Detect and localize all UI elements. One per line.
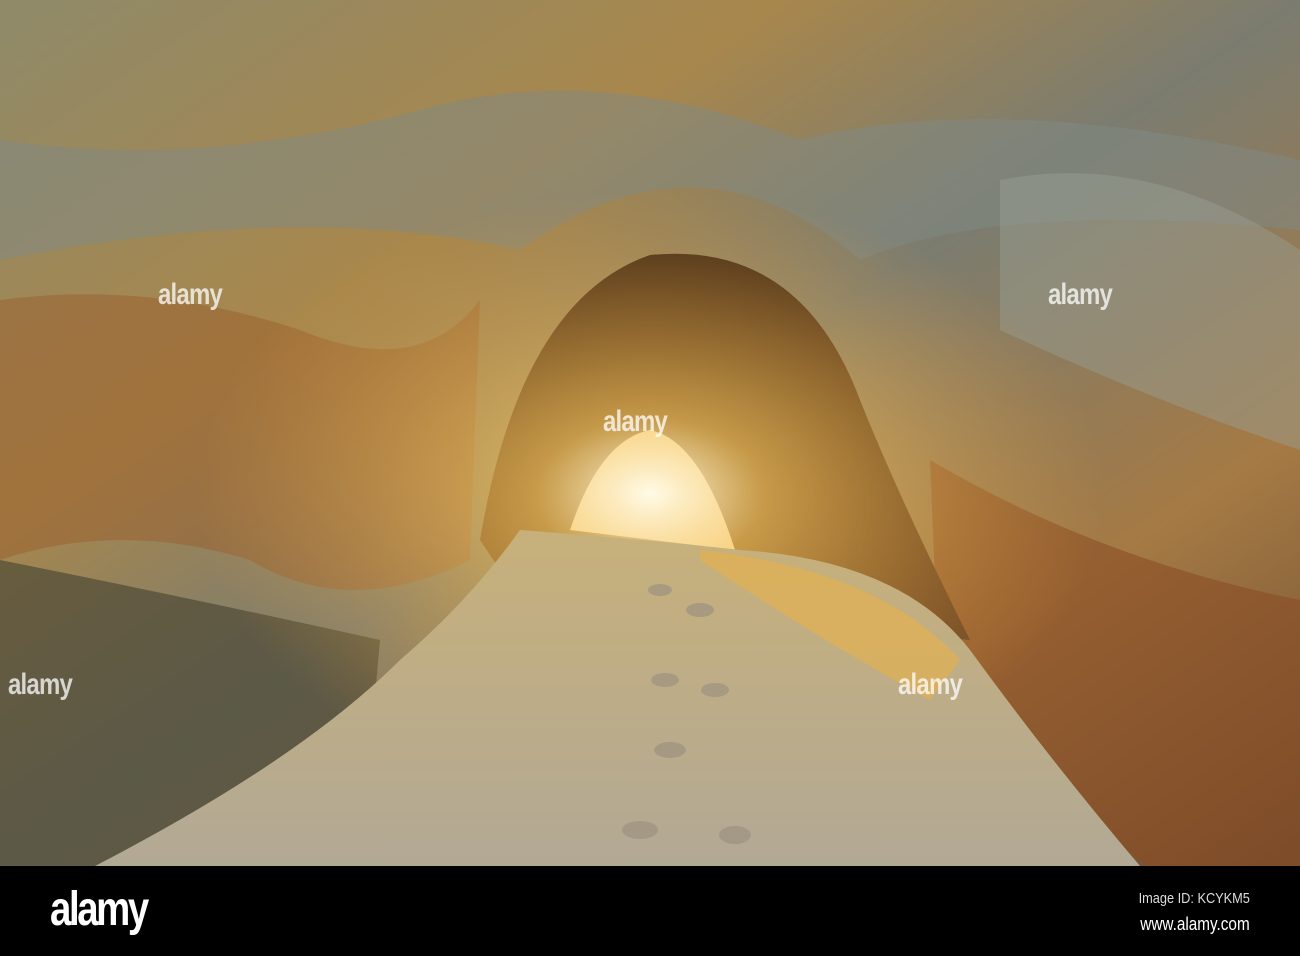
footer-bar: alamy Image ID: KCYKM5 www.alamy.com <box>0 866 1300 956</box>
stock-photo: alamy alamy alamy alamy alamy alamy Imag… <box>0 0 1300 956</box>
watermark: alamy <box>158 278 223 311</box>
site-url: www.alamy.com <box>1140 914 1250 934</box>
watermark: alamy <box>8 668 73 701</box>
image-id: Image ID: KCYKM5 <box>1138 890 1250 907</box>
watermark: alamy <box>1048 278 1113 311</box>
watermark: alamy <box>898 668 963 701</box>
alamy-logo: alamy <box>50 883 149 936</box>
watermark: alamy <box>603 405 668 438</box>
